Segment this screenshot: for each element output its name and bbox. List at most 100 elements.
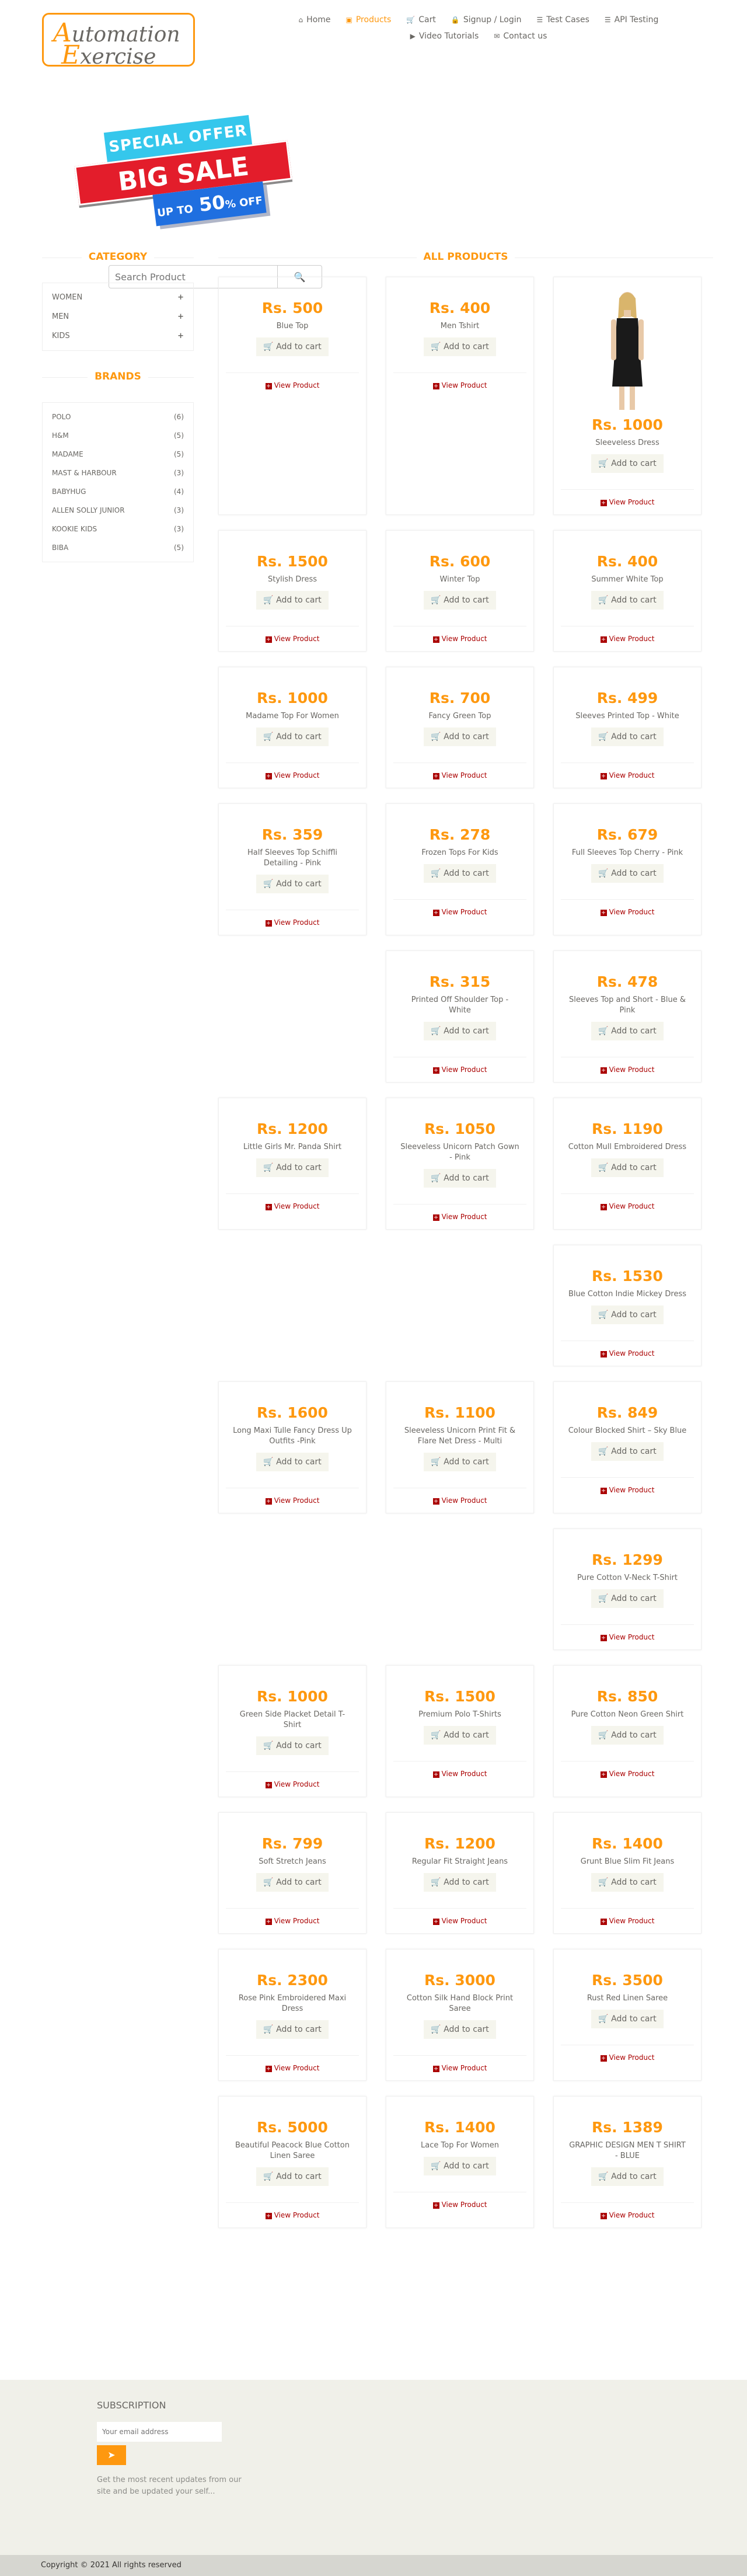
category-item-kids[interactable]: KIDS + (52, 326, 184, 346)
view-product-link[interactable]: + View Product (561, 763, 694, 779)
add-to-cart-button[interactable]: 🛒 Add to cart (591, 727, 664, 746)
category-item-men[interactable]: MEN + (52, 307, 184, 326)
brand-item[interactable]: KOOKIE KIDS (3) (52, 520, 184, 538)
view-product-link[interactable]: + View Product (393, 626, 526, 643)
add-to-cart-button[interactable]: 🛒 Add to cart (424, 1726, 496, 1745)
view-product-link[interactable]: + View Product (393, 1204, 526, 1221)
nav-api-testing[interactable]: ☰ API Testing (605, 15, 659, 25)
view-product-link[interactable]: + View Product (226, 910, 359, 927)
brand-item[interactable]: MADAME (5) (52, 445, 184, 464)
category-label: WOMEN (52, 293, 83, 302)
brand-item[interactable]: H&M (5) (52, 426, 184, 445)
add-to-cart-button[interactable]: 🛒 Add to cart (591, 2167, 664, 2186)
add-to-cart-button[interactable]: 🛒 Add to cart (256, 1453, 329, 1471)
view-product-link[interactable]: + View Product (393, 373, 526, 389)
add-to-cart-button[interactable]: 🛒 Add to cart (424, 337, 496, 356)
add-to-cart-button[interactable]: 🛒 Add to cart (591, 591, 664, 610)
product-price: Rs. 1190 (592, 1120, 663, 1137)
add-to-cart-button[interactable]: 🛒 Add to cart (256, 2020, 329, 2039)
add-to-cart-button[interactable]: 🛒 Add to cart (424, 2157, 496, 2175)
view-product-link[interactable]: + View Product (226, 1771, 359, 1788)
view-product-link[interactable]: + View Product (561, 1761, 694, 1778)
brand-item[interactable]: BIBA (5) (52, 538, 184, 557)
nav-contact-us[interactable]: ✉ Contact us (494, 32, 547, 41)
view-product-link[interactable]: + View Product (561, 899, 694, 916)
add-to-cart-button[interactable]: 🛒 Add to cart (591, 1442, 664, 1461)
view-product-link[interactable]: + View Product (561, 1624, 694, 1641)
view-product-link[interactable]: + View Product (226, 1488, 359, 1505)
view-product-link[interactable]: + View Product (561, 1477, 694, 1494)
add-to-cart-button[interactable]: 🛒 Add to cart (424, 1453, 496, 1471)
add-to-cart-button[interactable]: 🛒 Add to cart (591, 2010, 664, 2028)
add-to-cart-button[interactable]: 🛒 Add to cart (591, 1873, 664, 1892)
add-to-cart-button[interactable]: 🛒 Add to cart (256, 1873, 329, 1892)
add-to-cart-button[interactable]: 🛒 Add to cart (424, 1873, 496, 1892)
view-product-link[interactable]: + View Product (393, 1057, 526, 1074)
cart-icon: 🛒 (431, 732, 444, 742)
add-to-cart-button[interactable]: 🛒 Add to cart (591, 454, 664, 473)
view-product-link[interactable]: + View Product (561, 489, 694, 506)
plus-square-icon: + (600, 1204, 607, 1210)
category-label: MEN (52, 312, 69, 321)
view-product-link[interactable]: + View Product (226, 1193, 359, 1210)
nav-test-cases[interactable]: ☰ Test Cases (537, 15, 589, 25)
brand-item[interactable]: POLO (6) (52, 408, 184, 426)
add-to-cart-button[interactable]: 🛒 Add to cart (256, 1736, 329, 1755)
view-product-link[interactable]: + View Product (393, 2192, 526, 2209)
view-product-link[interactable]: + View Product (561, 626, 694, 643)
view-product-link[interactable]: + View Product (561, 2202, 694, 2219)
subscription-email-input[interactable] (97, 2422, 222, 2442)
view-product-link[interactable]: + View Product (561, 1341, 694, 1357)
add-to-cart-button[interactable]: 🛒 Add to cart (256, 2167, 329, 2186)
add-to-cart-button[interactable]: 🛒 Add to cart (591, 1726, 664, 1745)
add-to-cart-button[interactable]: 🛒 Add to cart (256, 337, 329, 356)
add-to-cart-button[interactable]: 🛒 Add to cart (256, 591, 329, 610)
view-product-link[interactable]: + View Product (226, 763, 359, 779)
category-item-women[interactable]: WOMEN + (52, 288, 184, 307)
view-product-link[interactable]: + View Product (226, 2055, 359, 2072)
view-product-link[interactable]: + View Product (561, 1908, 694, 1925)
nav-cart[interactable]: 🛒 Cart (406, 15, 436, 25)
product-name: Men Tshirt (440, 322, 480, 330)
view-product-link[interactable]: + View Product (393, 899, 526, 916)
view-product-link[interactable]: + View Product (226, 2202, 359, 2219)
add-to-cart-button[interactable]: 🛒 Add to cart (424, 1022, 496, 1040)
view-product-link[interactable]: + View Product (393, 1908, 526, 1925)
add-to-cart-button[interactable]: 🛒 Add to cart (591, 1022, 664, 1040)
add-to-cart-button[interactable]: 🛒 Add to cart (424, 727, 496, 746)
view-product-link[interactable]: + View Product (393, 1488, 526, 1505)
view-product-link[interactable]: + View Product (226, 626, 359, 643)
add-to-cart-button[interactable]: 🛒 Add to cart (591, 864, 664, 883)
nav-home[interactable]: ⌂ Home (299, 15, 331, 25)
view-product-link[interactable]: + View Product (393, 763, 526, 779)
view-product-link[interactable]: + View Product (561, 2045, 694, 2062)
brand-item[interactable]: MAST & HARBOUR (3) (52, 464, 184, 482)
view-product-label: View Product (441, 2201, 487, 2209)
view-product-link[interactable]: + View Product (561, 1193, 694, 1210)
view-product-link[interactable]: + View Product (393, 1761, 526, 1778)
add-to-cart-button[interactable]: 🛒 Add to cart (424, 864, 496, 883)
nav-signup-login[interactable]: 🔒 Signup / Login (451, 15, 522, 25)
brand-item[interactable]: ALLEN SOLLY JUNIOR (3) (52, 501, 184, 520)
nav-products[interactable]: ▣ Products (346, 15, 392, 25)
add-to-cart-button[interactable]: 🛒 Add to cart (256, 727, 329, 746)
add-to-cart-button[interactable]: 🛒 Add to cart (591, 1589, 664, 1608)
add-to-cart-button[interactable]: 🛒 Add to cart (256, 875, 329, 893)
subscribe-button[interactable]: ➤ (97, 2445, 126, 2465)
view-product-link[interactable]: + View Product (561, 1057, 694, 1074)
add-to-cart-button[interactable]: 🛒 Add to cart (591, 1158, 664, 1177)
view-product-label: View Product (609, 1917, 655, 1925)
brand-item[interactable]: BABYHUG (4) (52, 482, 184, 501)
product-card: Rs. 478 Sleeves Top and Short - Blue & Pi… (553, 951, 701, 1082)
add-to-cart-button[interactable]: 🛒 Add to cart (256, 1158, 329, 1177)
view-product-link[interactable]: + View Product (226, 1908, 359, 1925)
view-product-link[interactable]: + View Product (393, 2055, 526, 2072)
view-product-link[interactable]: + View Product (226, 373, 359, 389)
site-logo[interactable]: Automation Exercise (42, 13, 195, 70)
nav-video-tutorials[interactable]: ▶ Video Tutorials (410, 32, 479, 41)
add-to-cart-button[interactable]: 🛒 Add to cart (424, 2020, 496, 2039)
add-to-cart-button[interactable]: 🛒 Add to cart (424, 591, 496, 610)
add-to-cart-button[interactable]: 🛒 Add to cart (424, 1169, 496, 1188)
footer: SUBSCRIPTION ➤ Get the most recent updat… (0, 2380, 747, 2576)
add-to-cart-button[interactable]: 🛒 Add to cart (591, 1306, 664, 1324)
